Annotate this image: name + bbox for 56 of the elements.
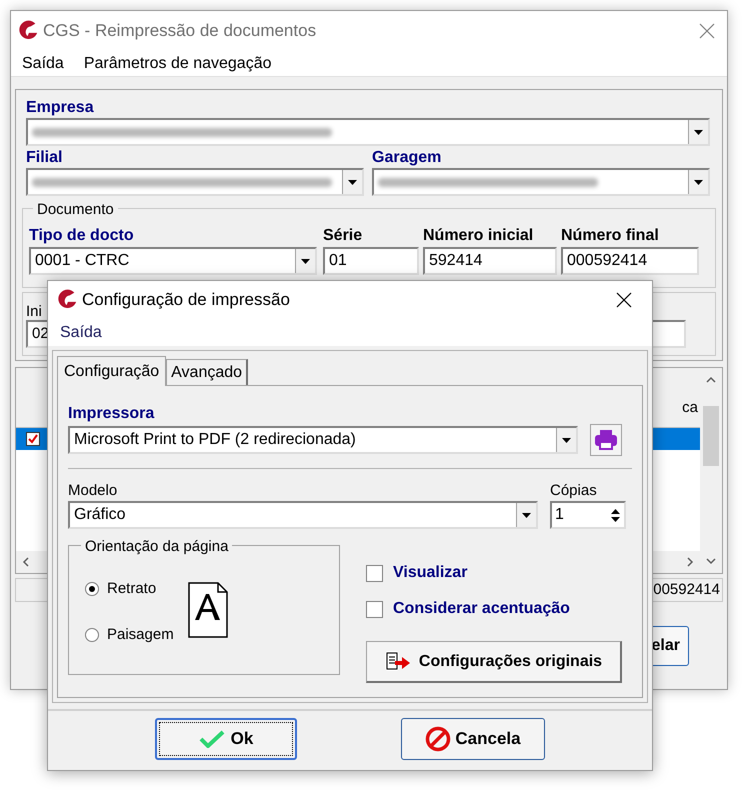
cancel-button[interactable]: Cancela	[401, 718, 545, 760]
field-label: Série	[323, 226, 364, 246]
radio-button[interactable]	[85, 628, 99, 642]
field-label: Cópias	[550, 481, 598, 501]
tab[interactable]: Configuração	[57, 356, 166, 386]
vertical-scrollbar[interactable]	[700, 368, 722, 573]
input-field[interactable]: 592414	[423, 247, 557, 275]
window-title: Configuração de impressão	[82, 289, 290, 312]
logo-icon	[56, 289, 78, 311]
dropdown[interactable]: 0001 - CTRC	[29, 247, 317, 275]
checkmark-icon	[198, 730, 225, 748]
logo-icon	[17, 20, 39, 42]
field-label: Filial	[26, 148, 64, 168]
scroll-up-icon[interactable]	[706, 376, 716, 384]
checkbox[interactable]	[366, 564, 383, 582]
reset-button[interactable]: Configurações originais	[366, 641, 622, 683]
dropdown[interactable]: Microsoft Print to PDF (2 redirecionada)	[68, 426, 578, 454]
dropdown[interactable]	[372, 168, 710, 196]
dropdown[interactable]	[26, 118, 710, 146]
scroll-down-icon[interactable]	[706, 557, 716, 565]
radio-label: Paisagem	[107, 625, 174, 645]
printer-button[interactable]	[590, 424, 622, 456]
checkbox-label: Visualizar	[393, 563, 468, 583]
field-label: Ini	[26, 303, 43, 320]
radio-button[interactable]	[85, 582, 99, 596]
menu-item[interactable]: Parâmetros de navegação	[84, 52, 272, 76]
column-header: ca	[682, 398, 698, 418]
scroll-right-icon[interactable]	[686, 557, 694, 567]
field-label: Modelo	[68, 481, 118, 501]
input-field[interactable]: 01	[323, 247, 419, 275]
field-label: Impressora	[68, 404, 156, 424]
field-label: Tipo de docto	[29, 226, 135, 246]
menu-item[interactable]: Saída	[22, 52, 64, 76]
no-entry-icon	[425, 726, 452, 752]
checkbox[interactable]	[366, 600, 383, 618]
document-arrow-icon	[384, 650, 411, 672]
scroll-thumb[interactable]	[703, 406, 719, 466]
field-label: Número inicial	[423, 226, 534, 246]
spin-box[interactable]: 1	[550, 501, 626, 529]
dropdown[interactable]: Gráfico	[68, 501, 538, 529]
dropdown[interactable]	[26, 168, 364, 196]
tab[interactable]: Avançado	[166, 359, 248, 385]
field-label: Número final	[561, 226, 660, 246]
checkbox[interactable]	[26, 432, 40, 446]
close-icon[interactable]	[616, 292, 632, 308]
ok-button[interactable]: Ok	[155, 718, 297, 760]
status-text: 00592414	[653, 580, 721, 600]
input-field[interactable]: 000592414	[561, 247, 699, 275]
window-title: CGS - Reimpressão de documentos	[43, 20, 316, 42]
checkbox-label: Considerar acentuação	[393, 599, 570, 619]
scroll-left-icon[interactable]	[22, 557, 30, 567]
radio-label: Retrato	[107, 578, 156, 598]
field-label: Garagem	[372, 148, 442, 168]
page-icon	[188, 582, 228, 638]
field-label: Empresa	[26, 98, 95, 118]
menu-item[interactable]: Saída	[60, 320, 102, 344]
